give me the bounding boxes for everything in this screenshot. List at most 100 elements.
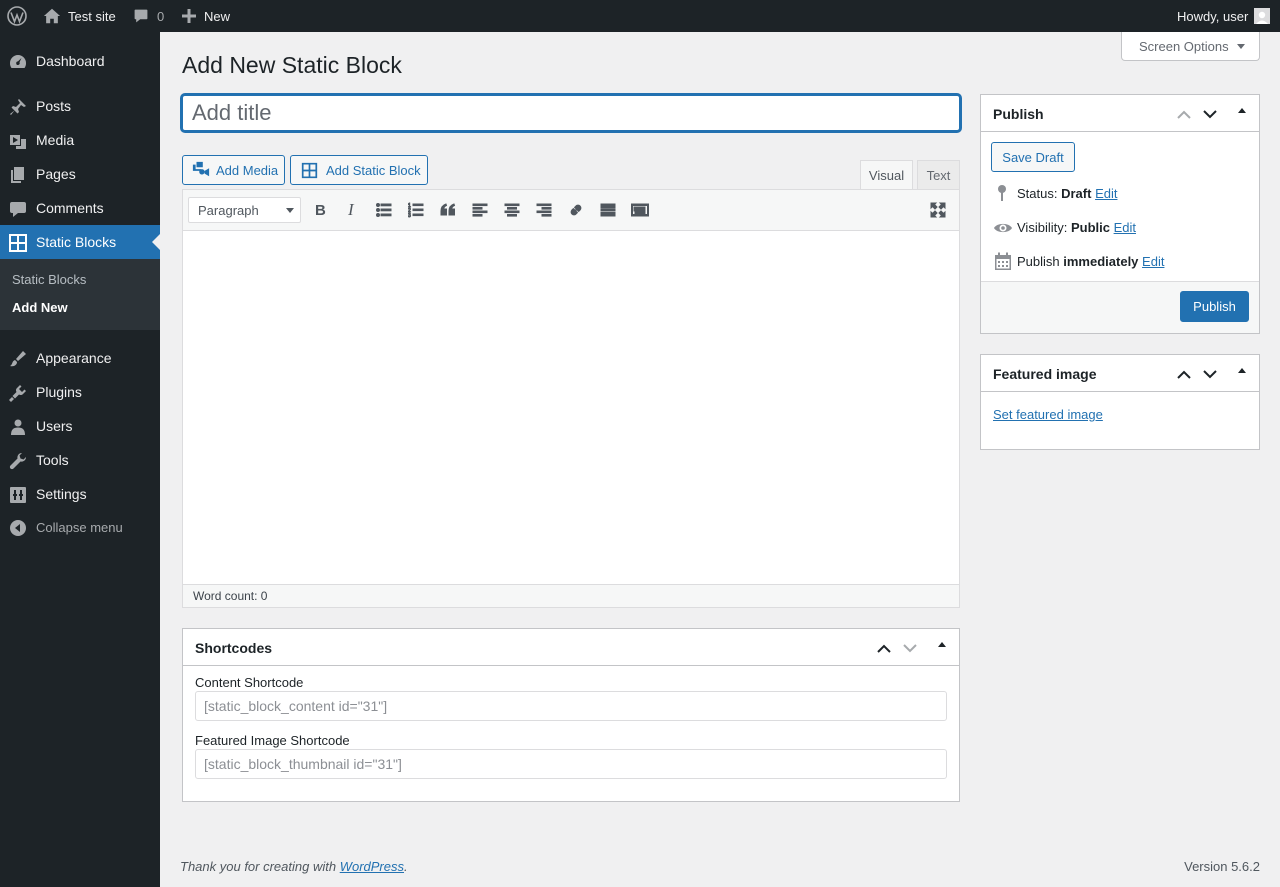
add-media-label: Add Media [216, 162, 279, 178]
blockquote-button[interactable] [436, 198, 460, 222]
page-title: Add New Static Block [182, 52, 402, 78]
avatar [1254, 8, 1271, 24]
publish-box: Publish Save Draft Status: Draft Edit Vi… [980, 94, 1260, 334]
move-down-icon[interactable] [900, 638, 920, 658]
caret-down-icon [1236, 43, 1245, 49]
align-center-icon [504, 202, 520, 218]
toggle-panel-icon[interactable] [1238, 368, 1246, 373]
sidebar-item-dashboard[interactable]: Dashboard [0, 44, 160, 78]
edit-status-link[interactable]: Edit [1095, 186, 1117, 201]
sidebar-item-label: Tools [36, 452, 69, 468]
sidebar-item-tools[interactable]: Tools [0, 443, 160, 477]
move-up-icon[interactable] [1174, 364, 1194, 384]
editor-toolbar: Paragraph B I 123 [183, 190, 959, 231]
toggle-panel-icon[interactable] [938, 642, 946, 647]
new-content-link[interactable]: New [182, 0, 230, 32]
insert-link-button[interactable] [564, 198, 588, 222]
sidebar-item-settings[interactable]: Settings [0, 477, 160, 511]
status-label: Status: [1017, 185, 1058, 201]
featured-image-box-title: Featured image [993, 366, 1097, 382]
sidebar-item-media[interactable]: Media [0, 123, 160, 157]
submenu-item-static-blocks[interactable]: Static Blocks [12, 272, 86, 287]
move-up-icon[interactable] [1174, 104, 1194, 124]
sidebar-item-comments[interactable]: Comments [0, 191, 160, 225]
featured-image-shortcode-field[interactable]: [static_block_thumbnail id="31"] [195, 749, 947, 779]
read-more-button[interactable] [596, 198, 620, 222]
home-icon [43, 7, 61, 25]
sidebar-item-label: Media [36, 132, 75, 148]
add-media-button[interactable]: Add Media [182, 155, 285, 185]
status-value: Draft [1061, 185, 1092, 201]
my-account-link[interactable]: Howdy, user [1177, 0, 1271, 32]
svg-text:I: I [347, 202, 355, 218]
footer-thanks-text: Thank you for creating with [180, 859, 340, 874]
static-blocks-submenu: Static Blocks Add New [0, 259, 160, 330]
comment-bubble-icon [133, 8, 149, 24]
shortcodes-box: Shortcodes Content Shortcode [static_blo… [182, 628, 960, 802]
move-down-icon[interactable] [1200, 104, 1220, 124]
tab-visual[interactable]: Visual [860, 160, 913, 190]
sidebar-item-label: Posts [36, 98, 72, 114]
set-featured-image-link[interactable]: Set featured image [993, 407, 1103, 422]
toolbar-toggle-button[interactable] [628, 198, 652, 222]
read-more-icon [600, 202, 616, 218]
howdy-greeting: Howdy, user [1177, 8, 1249, 24]
align-right-button[interactable] [532, 198, 556, 222]
edit-visibility-link[interactable]: Edit [1114, 220, 1136, 235]
align-left-button[interactable] [468, 198, 492, 222]
save-draft-button[interactable]: Save Draft [991, 142, 1075, 172]
align-right-icon [536, 202, 552, 218]
wordpress-link[interactable]: WordPress [340, 859, 404, 874]
collapse-menu-button[interactable]: Collapse menu [0, 510, 160, 544]
toggle-panel-icon[interactable] [1238, 108, 1246, 113]
fullscreen-button[interactable] [926, 198, 950, 222]
italic-button[interactable]: I [340, 198, 364, 222]
move-down-icon[interactable] [1200, 364, 1220, 384]
content-editor: Paragraph B I 123 Word count: 0 [182, 189, 960, 608]
media-icon [8, 131, 28, 151]
bullet-list-button[interactable] [372, 198, 396, 222]
shortcodes-box-header: Shortcodes [183, 629, 959, 666]
sidebar-item-label: Comments [36, 200, 104, 216]
sidebar-item-users[interactable]: Users [0, 409, 160, 443]
comments-count: 0 [157, 8, 165, 24]
sidebar-item-posts[interactable]: Posts [0, 89, 160, 123]
sidebar-item-pages[interactable]: Pages [0, 157, 160, 191]
align-center-button[interactable] [500, 198, 524, 222]
wordpress-logo-icon[interactable] [7, 0, 27, 32]
post-title-input[interactable] [181, 94, 961, 132]
sidebar-item-plugins[interactable]: Plugins [0, 375, 160, 409]
format-select[interactable]: Paragraph [188, 197, 301, 223]
bold-icon: B [312, 202, 328, 218]
featured-image-shortcode-value: [static_block_thumbnail id="31"] [204, 756, 402, 772]
site-name-link[interactable]: Test site [43, 0, 116, 32]
tab-text[interactable]: Text [917, 160, 960, 190]
numbered-list-icon: 123 [408, 202, 424, 218]
sidebar-item-label: Static Blocks [36, 234, 117, 250]
numbered-list-button[interactable]: 123 [404, 198, 428, 222]
publish-date-value: immediately [1063, 253, 1139, 269]
bold-button[interactable]: B [308, 198, 332, 222]
sidebar-item-label: Settings [36, 486, 87, 502]
publish-button[interactable]: Publish [1180, 291, 1249, 322]
add-static-block-label: Add Static Block [326, 162, 421, 178]
word-count: Word count: 0 [193, 589, 268, 603]
post-status-row: Status: Draft Edit [993, 183, 1117, 203]
submenu-item-add-new[interactable]: Add New [12, 300, 68, 315]
edit-publish-date-link[interactable]: Edit [1142, 254, 1164, 269]
content-shortcode-label: Content Shortcode [195, 675, 304, 690]
grid-icon [301, 162, 318, 179]
move-up-icon[interactable] [874, 638, 894, 658]
editor-content-area[interactable] [183, 231, 959, 584]
visibility-label: Visibility: [1017, 219, 1068, 235]
screen-options-button[interactable]: Screen Options [1121, 32, 1260, 61]
collapse-arrow-icon [8, 518, 28, 538]
sidebar-item-static-blocks[interactable]: Static Blocks [0, 225, 160, 259]
comments-link[interactable]: 0 [133, 0, 164, 32]
footer-thanks-suffix: . [404, 859, 408, 874]
sidebar-item-appearance[interactable]: Appearance [0, 341, 160, 375]
align-left-icon [472, 202, 488, 218]
add-static-block-button[interactable]: Add Static Block [290, 155, 428, 185]
content-shortcode-field[interactable]: [static_block_content id="31"] [195, 691, 947, 721]
keyboard-icon [631, 202, 649, 218]
